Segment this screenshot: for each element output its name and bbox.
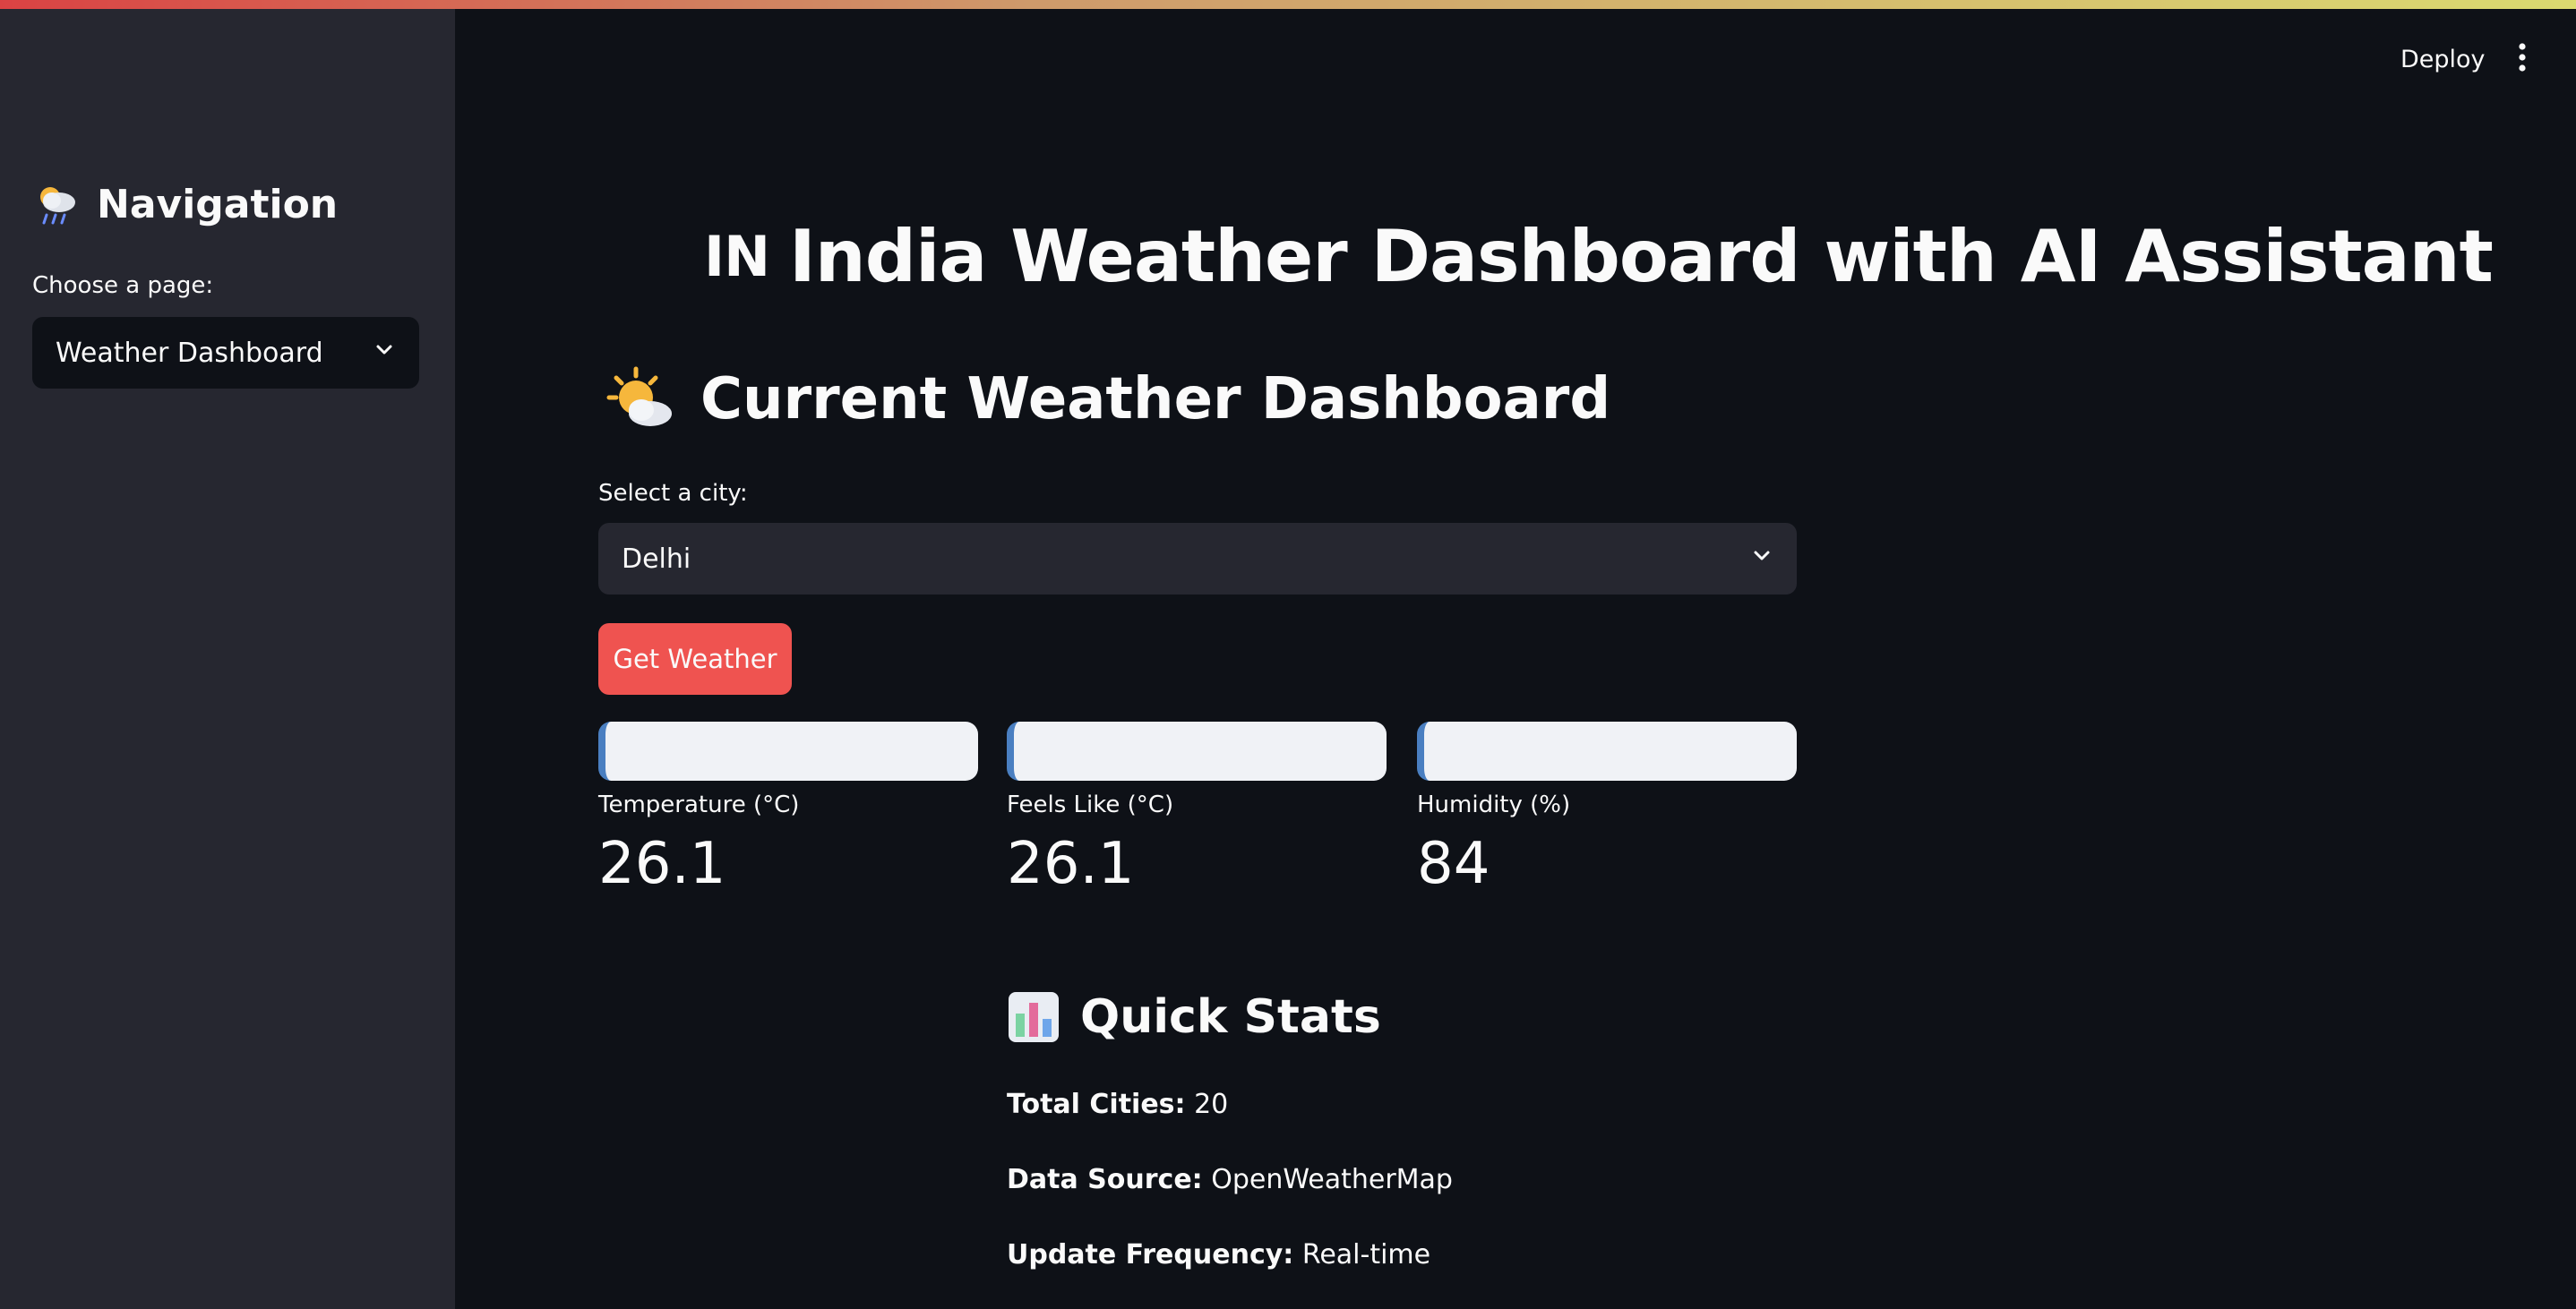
stat-key: Data Source: — [1007, 1164, 1203, 1195]
sun-behind-cloud-icon — [605, 365, 677, 433]
page-title: IN India Weather Dashboard with AI Assis… — [704, 215, 2494, 298]
get-weather-button[interactable]: Get Weather — [598, 623, 792, 695]
page-title-text: India Weather Dashboard with AI Assistan… — [788, 215, 2494, 298]
section-title: Current Weather Dashboard — [605, 365, 1610, 433]
quick-stats-title: Quick Stats — [1007, 990, 1381, 1044]
india-flag-icon: IN — [704, 224, 770, 289]
rain-cloud-sun-icon — [34, 181, 81, 227]
city-select[interactable]: Delhi — [598, 523, 1797, 595]
section-title-text: Current Weather Dashboard — [700, 366, 1611, 432]
bar-chart-icon — [1007, 990, 1060, 1044]
metric-temperature: Temperature (°C) 26.1 — [598, 722, 978, 897]
metric-value: 26.1 — [598, 831, 726, 897]
sidebar-title: Navigation — [34, 181, 338, 227]
chevron-down-icon — [373, 338, 396, 369]
metric-bar — [598, 722, 978, 781]
deploy-button[interactable]: Deploy — [2379, 39, 2507, 79]
deploy-label: Deploy — [2400, 45, 2486, 73]
sidebar: Navigation Choose a page: Weather Dashbo… — [0, 9, 455, 1309]
main-menu-button[interactable] — [2504, 39, 2540, 79]
stat-key: Total Cities: — [1007, 1089, 1186, 1120]
stat-key: Update Frequency: — [1007, 1239, 1294, 1270]
page-select-value: Weather Dashboard — [56, 337, 323, 369]
stat-value: Real-time — [1301, 1239, 1431, 1270]
stat-total-cities: Total Cities: 20 — [1007, 1089, 1228, 1120]
city-select-label: Select a city: — [598, 480, 748, 507]
quick-stats-title-text: Quick Stats — [1080, 990, 1381, 1044]
metric-bar — [1007, 722, 1387, 781]
kebab-menu-icon — [2517, 42, 2528, 76]
stat-value: OpenWeatherMap — [1211, 1164, 1453, 1195]
metric-label: Temperature (°C) — [598, 791, 800, 818]
page-select-label: Choose a page: — [32, 272, 214, 299]
stat-data-source: Data Source: OpenWeatherMap — [1007, 1164, 1453, 1195]
metric-label: Feels Like (°C) — [1007, 791, 1174, 818]
top-decoration-stripe — [0, 0, 2576, 9]
metric-value: 84 — [1417, 831, 1490, 897]
sidebar-title-text: Navigation — [97, 181, 339, 227]
metric-feels-like: Feels Like (°C) 26.1 — [1007, 722, 1387, 897]
metric-label: Humidity (%) — [1417, 791, 1571, 818]
stat-update-frequency: Update Frequency: Real-time — [1007, 1239, 1430, 1270]
metric-value: 26.1 — [1007, 831, 1135, 897]
chevron-down-icon — [1750, 543, 1773, 575]
page-select[interactable]: Weather Dashboard — [32, 317, 419, 389]
city-select-value: Delhi — [622, 543, 691, 575]
stat-value: 20 — [1194, 1089, 1229, 1120]
metric-bar — [1417, 722, 1797, 781]
metric-humidity: Humidity (%) 84 — [1417, 722, 1797, 897]
